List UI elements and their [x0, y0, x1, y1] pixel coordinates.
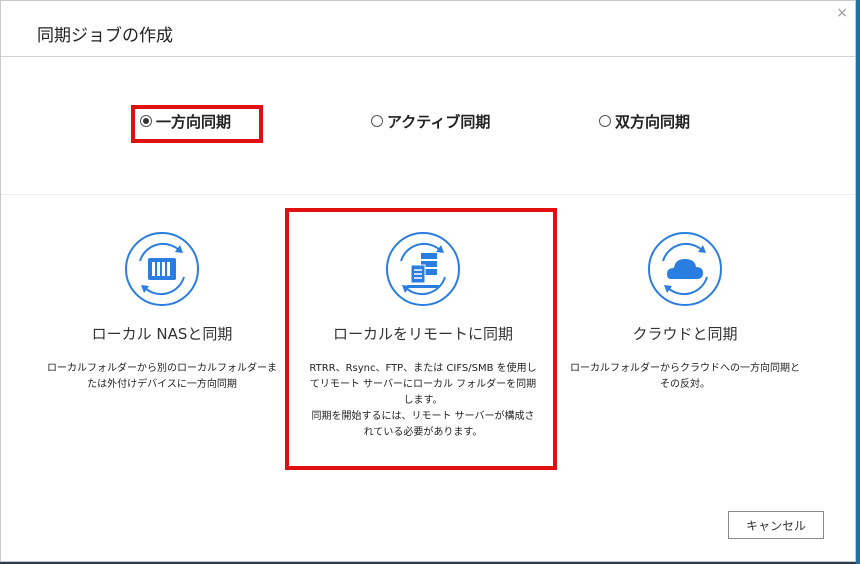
cloud-icon [648, 232, 722, 306]
radio-label-active: アクティブ同期 [387, 112, 491, 131]
card-local-nas-sync[interactable]: ローカル NASと同期 ローカルフォルダーから別のローカルフォルダーま たは外付… [27, 213, 297, 463]
cancel-button[interactable]: キャンセル [728, 511, 824, 539]
card-title-cloud: クラウドと同期 [632, 325, 738, 343]
highlight-annotation-mode [131, 105, 263, 143]
radio-unchecked-icon [599, 115, 611, 127]
card-title-local-nas: ローカル NASと同期 [91, 325, 233, 343]
nas-icon [125, 232, 199, 306]
dialog-header: 同期ジョブの作成 × [1, 1, 855, 57]
card-desc-cloud: ローカルフォルダーからクラウドへの一方向同期と その反対。 [570, 363, 800, 390]
highlight-annotation-card [285, 208, 557, 470]
radio-active-sync[interactable]: アクティブ同期 [371, 107, 490, 135]
background-window-edge [856, 0, 860, 564]
create-sync-job-dialog: 同期ジョブの作成 × 一方向同期 アクティブ同期 双方向同期 ローカル NASと… [0, 0, 856, 562]
radio-unchecked-icon [371, 115, 383, 127]
radio-label-two-way: 双方向同期 [615, 112, 691, 131]
radio-two-way-sync[interactable]: 双方向同期 [599, 107, 690, 135]
section-divider [1, 194, 855, 195]
close-icon[interactable]: × [836, 5, 848, 21]
sync-mode-group: 一方向同期 アクティブ同期 双方向同期 [1, 97, 855, 147]
card-cloud-sync[interactable]: クラウドと同期 ローカルフォルダーからクラウドへの一方向同期と その反対。 [550, 213, 820, 463]
dialog-title: 同期ジョブの作成 [37, 26, 173, 46]
card-desc-local-nas: ローカルフォルダーから別のローカルフォルダーま たは外付けデバイスに一方向同期 [47, 363, 277, 390]
